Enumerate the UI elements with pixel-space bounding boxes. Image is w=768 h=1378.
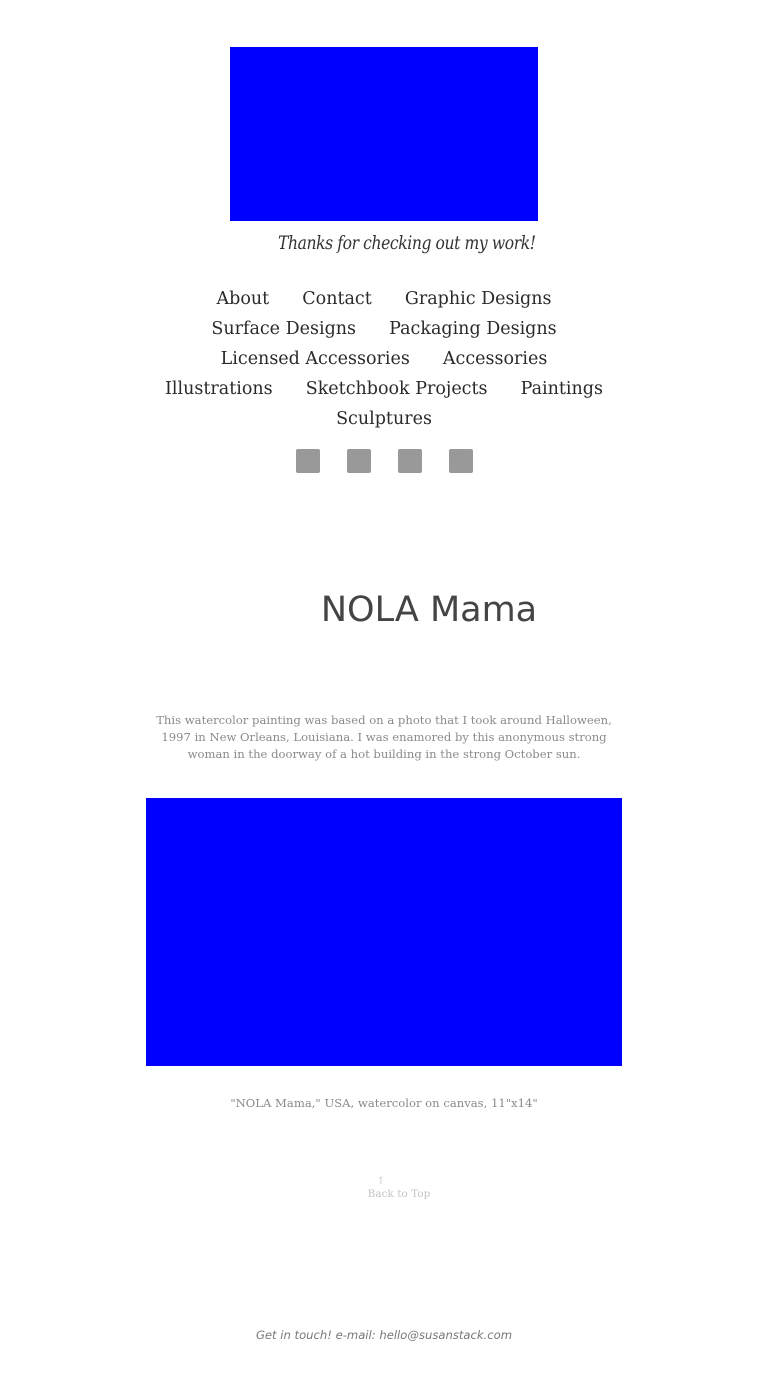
nav-item-licensed-accessories[interactable]: Licensed Accessories xyxy=(221,344,410,374)
nav-item-paintings[interactable]: Paintings xyxy=(521,374,603,404)
post-description: This watercolor painting was based on a … xyxy=(156,713,612,761)
up-arrow-icon: ↑ xyxy=(376,1176,386,1187)
nav-item-surface-designs[interactable]: Surface Designs xyxy=(211,314,356,344)
nav-row: Licensed Accessories Accessories xyxy=(0,344,768,374)
footer-text: Get in touch! e-mail: xyxy=(255,1328,380,1342)
social-icon[interactable] xyxy=(346,449,371,473)
social-icon[interactable] xyxy=(397,449,422,473)
nav-item-packaging-designs[interactable]: Packaging Designs xyxy=(389,314,557,344)
header-logo-image[interactable] xyxy=(230,47,538,221)
nav-row: About Contact Graphic Designs xyxy=(0,284,768,314)
nav-item-sculptures[interactable]: Sculptures xyxy=(336,404,432,434)
email-link[interactable]: hello@susanstack.com xyxy=(379,1328,512,1342)
nav-row: Sculptures xyxy=(0,404,768,434)
nav-row: Illustrations Sketchbook Projects Painti… xyxy=(0,374,768,404)
nav-item-illustrations[interactable]: Illustrations xyxy=(165,374,273,404)
page-title: NOLA Mama xyxy=(320,590,538,630)
nav-row: Surface Designs Packaging Designs xyxy=(0,314,768,344)
nav-item-sketchbook-projects[interactable]: Sketchbook Projects xyxy=(306,374,488,404)
nav-item-accessories[interactable]: Accessories xyxy=(443,344,547,374)
image-caption: "NOLA Mama," USA, watercolor on canvas, … xyxy=(230,1096,538,1110)
social-icon[interactable] xyxy=(448,449,473,473)
main-navigation: About Contact Graphic Designs Surface De… xyxy=(0,284,768,434)
nav-item-about[interactable]: About xyxy=(216,284,269,314)
nav-item-graphic-designs[interactable]: Graphic Designs xyxy=(405,284,552,314)
social-links xyxy=(0,449,768,473)
painting-image xyxy=(146,798,622,1066)
nav-item-contact[interactable]: Contact xyxy=(302,284,372,314)
footer: Get in touch! e-mail: hello@susanstack.c… xyxy=(0,1328,768,1342)
social-icon[interactable] xyxy=(295,449,320,473)
back-to-top-label: Back to Top xyxy=(367,1188,431,1200)
back-to-top-link[interactable]: ↑ Back to Top xyxy=(0,1175,768,1201)
tagline: Thanks for checking out my work! xyxy=(277,232,536,254)
